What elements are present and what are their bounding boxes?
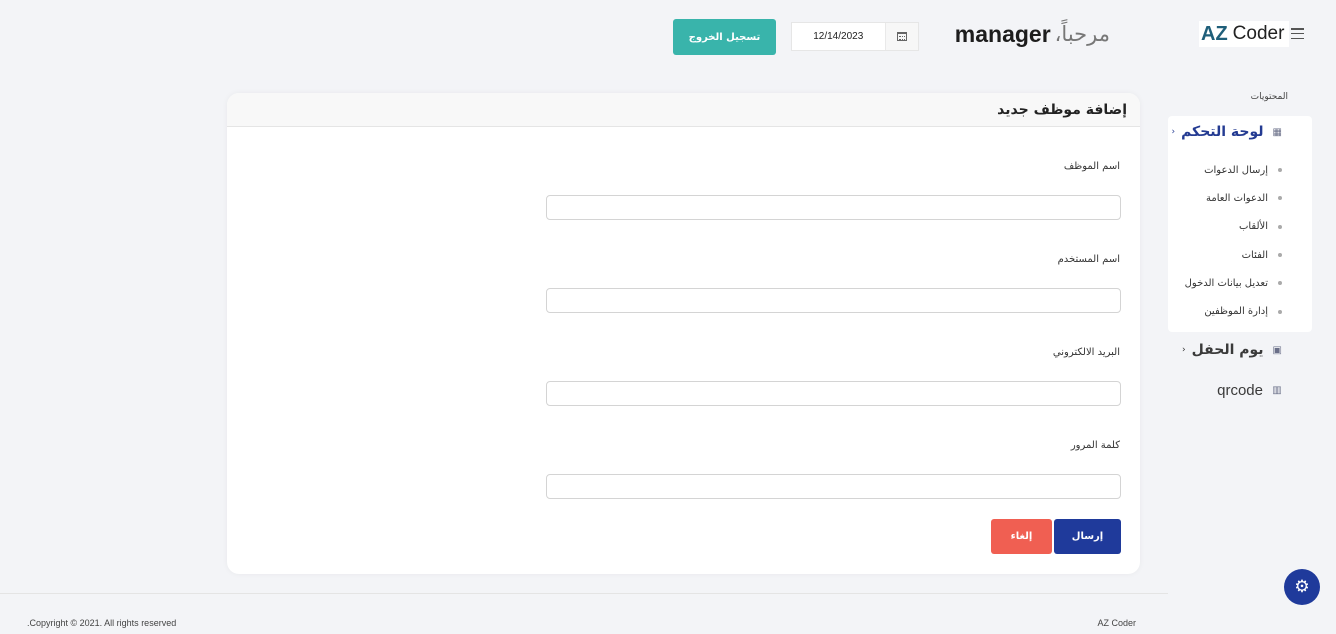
chevron-left-icon: ‹: [1182, 345, 1186, 355]
logo-coder: Coder: [1232, 23, 1285, 44]
barcode-icon: ▥: [1272, 384, 1282, 396]
bullet-icon: [1278, 309, 1282, 314]
sidebar-subitem-public-invitations[interactable]: الدعوات العامة: [1170, 184, 1282, 212]
date-value[interactable]: 12/14/2023: [792, 31, 885, 42]
cancel-button[interactable]: إلغاء: [991, 519, 1052, 554]
submit-button[interactable]: إرسال: [1054, 519, 1121, 554]
sidebar-subitem-label: إرسال الدعوات: [1204, 164, 1268, 176]
email-label: البريد الالكتروني: [1052, 347, 1120, 358]
calendar-button[interactable]: [884, 23, 918, 50]
settings-button[interactable]: ⚙: [1284, 569, 1320, 605]
hamburger-menu-icon[interactable]: [1291, 28, 1304, 39]
page-title: إضافة موظف جديد: [997, 101, 1127, 118]
sidebar-subitem-edit-login[interactable]: تعديل بيانات الدخول: [1170, 269, 1282, 297]
sidebar-subitem-titles[interactable]: الألقاب: [1170, 213, 1282, 241]
email-input[interactable]: [546, 381, 1121, 406]
logo-az: AZ: [1201, 22, 1228, 45]
sidebar-subitem-send-invitations[interactable]: إرسال الدعوات: [1170, 156, 1282, 184]
footer-brand: AZ Coder: [1097, 618, 1136, 628]
employee-name-input[interactable]: [546, 195, 1121, 220]
bullet-icon: [1278, 281, 1282, 286]
sidebar-subitem-label: الألقاب: [1238, 221, 1268, 233]
grid-icon: ▦: [1272, 126, 1282, 138]
sidebar-subitem-manage-employees[interactable]: إدارة الموظفين: [1170, 297, 1282, 325]
sidebar-subitem-label: إدارة الموظفين: [1204, 306, 1268, 318]
sidebar-subitem-label: الدعوات العامة: [1206, 192, 1268, 204]
sidebar-section-title: المحتويات: [1250, 92, 1288, 102]
password-input[interactable]: [546, 474, 1121, 499]
sidebar-subitem-label: الفئات: [1241, 249, 1268, 261]
sidebar-item-label: لوحة التحكم: [1181, 124, 1264, 140]
logout-button[interactable]: تسجيل الخروج: [673, 19, 776, 55]
footer-copyright: .Copyright © 2021. All rights reserved: [27, 618, 177, 628]
sidebar-item-dashboard[interactable]: ▦ لوحة التحكم ‹: [1171, 121, 1282, 143]
calendar-icon: ▣: [1272, 344, 1282, 356]
date-picker[interactable]: 12/14/2023: [791, 22, 919, 51]
bullet-icon: [1278, 224, 1282, 229]
sidebar-subitem-label: تعديل بيانات الدخول: [1184, 277, 1268, 289]
sidebar-subitem-categories[interactable]: الفئات: [1170, 241, 1282, 269]
footer-divider: [0, 593, 1168, 594]
gear-icon: ⚙: [1294, 577, 1310, 597]
sidebar-item-label: يوم الحفل: [1191, 342, 1264, 358]
welcome-greeting: مرحباً،: [1054, 22, 1110, 46]
sidebar-item-label: qrcode: [1217, 381, 1263, 399]
username-input[interactable]: [546, 288, 1121, 313]
username: manager: [954, 20, 1051, 47]
add-employee-card: إضافة موظف جديد اسم الموظف اسم المستخدم …: [227, 93, 1140, 574]
bullet-icon: [1278, 253, 1282, 258]
sidebar-item-party-day[interactable]: ▣ يوم الحفل ‹: [1182, 339, 1282, 361]
password-label: كلمة المرور: [1070, 440, 1120, 451]
employee-name-label: اسم الموظف: [1063, 161, 1120, 172]
bullet-icon: [1278, 168, 1282, 173]
card-header: إضافة موظف جديد: [227, 93, 1140, 127]
sidebar-item-qrcode[interactable]: ▥ qrcode: [1200, 379, 1282, 401]
app-logo[interactable]: AZ Coder: [1199, 21, 1289, 47]
chevron-left-icon: ‹: [1171, 127, 1176, 137]
welcome-message: مرحباً، manager: [952, 18, 1110, 50]
username-label: اسم المستخدم: [1057, 254, 1120, 265]
sidebar-submenu: إرسال الدعوات الدعوات العامة الألقاب الف…: [1170, 156, 1282, 326]
calendar-icon: [896, 32, 907, 41]
bullet-icon: [1278, 196, 1282, 201]
